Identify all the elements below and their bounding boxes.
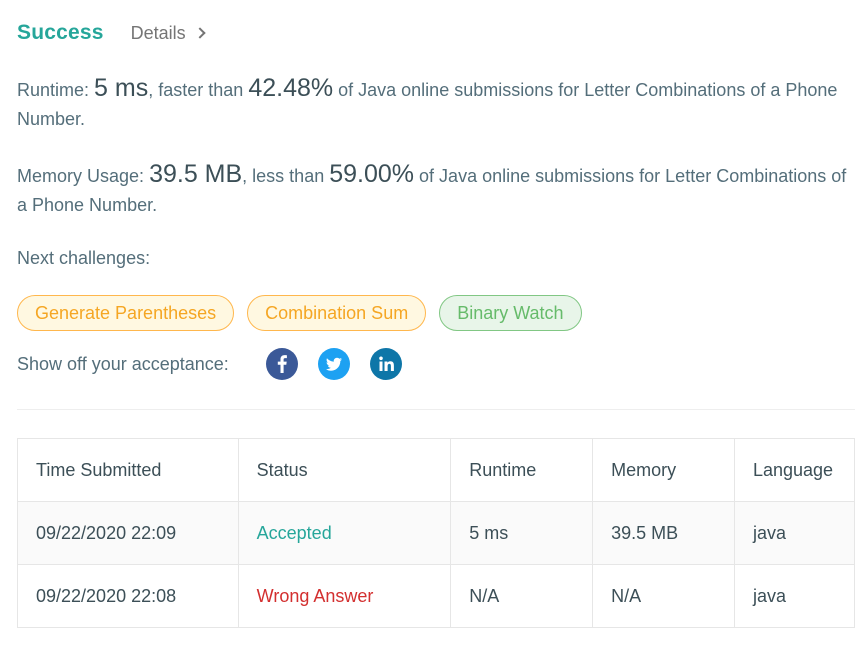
- cell-memory: 39.5 MB: [592, 501, 735, 565]
- memory-mid: , less than: [242, 166, 325, 186]
- submissions-table: Time Submitted Status Runtime Memory Lan…: [17, 438, 856, 628]
- header-status: Status: [237, 438, 452, 502]
- table-header-row: Time Submitted Status Runtime Memory Lan…: [17, 438, 856, 502]
- cell-time-submitted: 09/22/2020 22:08: [17, 564, 239, 628]
- challenge-tag-generate-parentheses[interactable]: Generate Parentheses: [17, 295, 235, 331]
- cell-time-submitted: 09/22/2020 22:09: [17, 501, 239, 565]
- linkedin-icon[interactable]: [369, 348, 402, 380]
- table-row: 09/22/2020 22:09 Accepted 5 ms 39.5 MB j…: [17, 501, 856, 565]
- challenge-tag-combination-sum[interactable]: Combination Sum: [247, 295, 427, 331]
- header-runtime: Runtime: [450, 438, 594, 502]
- runtime-percent: 42.48%: [248, 74, 334, 102]
- chevron-right-icon: [194, 27, 206, 39]
- next-challenges-list: Generate Parentheses Combination Sum Bin…: [17, 295, 582, 331]
- twitter-icon[interactable]: [317, 348, 350, 380]
- challenge-tag-binary-watch[interactable]: Binary Watch: [439, 295, 582, 331]
- cell-status-link[interactable]: Wrong Answer: [237, 564, 452, 628]
- header-time-submitted: Time Submitted: [17, 438, 239, 502]
- header-language: Language: [733, 438, 856, 502]
- submission-result-page: Success Details Runtime: 5 ms, faster th…: [0, 0, 867, 659]
- result-header: Success Details: [17, 18, 206, 48]
- cell-status-link[interactable]: Accepted: [237, 501, 452, 565]
- share-label: Show off your acceptance:: [17, 353, 229, 374]
- social-buttons: [265, 348, 402, 380]
- runtime-label: Runtime:: [17, 80, 90, 100]
- next-challenges-label: Next challenges:: [17, 248, 151, 268]
- cell-runtime: N/A: [450, 564, 594, 628]
- cell-runtime: 5 ms: [450, 501, 594, 565]
- cell-memory: N/A: [592, 564, 735, 628]
- table-row: 09/22/2020 22:08 Wrong Answer N/A N/A ja…: [17, 564, 856, 628]
- divider: [17, 409, 855, 410]
- cell-language: java: [733, 501, 856, 565]
- facebook-icon[interactable]: [265, 348, 298, 380]
- header-memory: Memory: [592, 438, 735, 502]
- runtime-value: 5 ms: [94, 74, 149, 102]
- cell-language: java: [733, 564, 856, 628]
- memory-label: Memory Usage:: [17, 166, 145, 186]
- share-row: Show off your acceptance:: [17, 348, 402, 380]
- details-link[interactable]: Details: [130, 22, 206, 44]
- memory-percent: 59.00%: [329, 160, 415, 188]
- runtime-summary: Runtime: 5 ms, faster than 42.48% of Jav…: [17, 74, 857, 134]
- memory-value: 39.5 MB: [149, 160, 243, 188]
- result-status: Success: [17, 21, 104, 44]
- memory-summary: Memory Usage: 39.5 MB, less than 59.00% …: [17, 160, 857, 220]
- runtime-mid: , faster than: [148, 80, 244, 100]
- details-label: Details: [130, 22, 186, 43]
